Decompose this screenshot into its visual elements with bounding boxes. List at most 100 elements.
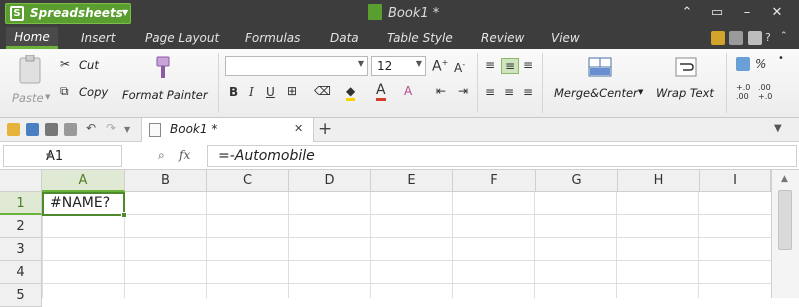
close-window-button[interactable]: ✕ bbox=[765, 3, 789, 23]
wrap-text-button[interactable]: Wrap Text bbox=[653, 55, 719, 111]
bold-icon[interactable]: B bbox=[229, 85, 238, 99]
formula-input[interactable]: =-Automobile bbox=[207, 145, 797, 167]
font-name-select[interactable]: ▼ bbox=[225, 56, 368, 76]
column-header[interactable]: G bbox=[536, 170, 618, 192]
zoom-search-icon[interactable]: ⌕ bbox=[158, 148, 165, 163]
increase-decimal-button[interactable]: +.0 .00 bbox=[736, 83, 756, 101]
skin-icon[interactable] bbox=[711, 31, 725, 45]
tab-view[interactable]: View bbox=[551, 27, 580, 49]
copy-label: Copy bbox=[79, 85, 109, 99]
paste-button[interactable]: Paste ▼ bbox=[8, 53, 50, 111]
align-left-icon[interactable]: ≡ bbox=[485, 85, 495, 99]
app-name: Spreadsheets bbox=[30, 6, 123, 20]
merge-cells-icon bbox=[588, 57, 612, 77]
tab-table-style[interactable]: Table Style bbox=[387, 27, 453, 49]
app-menu-button[interactable]: S Spreadsheets ▼ bbox=[5, 3, 131, 24]
collapse-ribbon-button[interactable]: ⌃ bbox=[675, 3, 699, 23]
chevron-down-icon: ▼ bbox=[638, 88, 644, 96]
tshirt-icon[interactable] bbox=[748, 31, 762, 45]
paintbrush-icon bbox=[156, 56, 170, 78]
fx-icon[interactable]: fx bbox=[179, 148, 190, 162]
grow-font-icon[interactable]: A+ bbox=[432, 58, 448, 75]
align-bottom-icon[interactable]: ≡ bbox=[523, 58, 533, 72]
merge-center-button[interactable]: Merge&Center ▼ bbox=[552, 55, 644, 111]
tab-data[interactable]: Data bbox=[330, 27, 359, 49]
column-header[interactable]: H bbox=[618, 170, 700, 192]
cell-area[interactable] bbox=[42, 192, 771, 298]
clear-format-icon[interactable]: ⌫ bbox=[314, 84, 331, 98]
font-size-select[interactable]: 12 ▼ bbox=[371, 56, 426, 76]
settings-icon[interactable] bbox=[729, 31, 743, 45]
row-header[interactable]: 5 bbox=[0, 284, 42, 307]
select-all-corner[interactable] bbox=[0, 170, 42, 192]
scissors-icon: ✂ bbox=[60, 57, 71, 71]
cut-button[interactable]: ✂ Cut bbox=[60, 57, 110, 75]
fill-color-icon[interactable]: ◆ bbox=[346, 84, 356, 101]
close-tab-icon[interactable]: ✕ bbox=[294, 122, 303, 135]
align-center-icon[interactable]: ≡ bbox=[504, 85, 514, 99]
fill-handle[interactable] bbox=[121, 212, 127, 218]
scroll-thumb[interactable] bbox=[778, 190, 792, 250]
wrap-text-label: Wrap Text bbox=[656, 86, 714, 100]
document-tab[interactable]: Book1 * ✕ bbox=[141, 118, 314, 142]
cell-a1[interactable]: #NAME? bbox=[42, 192, 127, 218]
print-icon[interactable] bbox=[45, 123, 58, 136]
column-header[interactable]: I bbox=[700, 170, 771, 192]
italic-icon[interactable]: I bbox=[249, 85, 254, 99]
ribbon: Paste ▼ ✂ Cut ⧉ Copy Format Painter ▼ 12… bbox=[0, 49, 799, 118]
row-header[interactable]: 4 bbox=[0, 261, 42, 284]
decrease-decimal-button[interactable]: .00 +.0 bbox=[758, 83, 778, 101]
tab-formulas[interactable]: Formulas bbox=[245, 27, 300, 49]
indent-decrease-icon[interactable]: ⇤ bbox=[436, 84, 446, 98]
percent-button[interactable]: % bbox=[755, 57, 766, 71]
tab-list-icon[interactable]: ▼ bbox=[774, 123, 782, 134]
undo-icon[interactable]: ↶ bbox=[86, 121, 99, 135]
tab-page-layout[interactable]: Page Layout bbox=[145, 27, 219, 49]
indent-increase-icon[interactable]: ⇥ bbox=[458, 84, 468, 98]
row-header[interactable]: 2 bbox=[0, 215, 42, 238]
redo-icon[interactable]: ↷ bbox=[106, 121, 119, 135]
currency-icon[interactable] bbox=[736, 57, 750, 71]
column-header[interactable]: D bbox=[289, 170, 371, 192]
borders-icon[interactable]: ⊞ bbox=[287, 84, 297, 98]
text-effect-icon[interactable]: A bbox=[404, 84, 412, 98]
tab-insert[interactable]: Insert bbox=[81, 27, 115, 49]
format-painter-button[interactable]: Format Painter bbox=[118, 53, 213, 111]
new-tab-icon[interactable]: + bbox=[318, 119, 332, 139]
help-icon[interactable]: ? bbox=[765, 31, 779, 45]
open-folder-icon[interactable] bbox=[7, 123, 20, 136]
ribbon-toggle-icon[interactable]: ⌃ bbox=[780, 31, 794, 45]
more-icon[interactable]: • bbox=[778, 53, 784, 64]
copy-icon: ⧉ bbox=[60, 84, 69, 98]
font-color-icon[interactable]: A bbox=[376, 82, 386, 101]
spreadsheet-file-icon bbox=[149, 123, 161, 137]
tab-review[interactable]: Review bbox=[481, 27, 524, 49]
formula-bar: A1 ▼ ⌕ fx =-Automobile bbox=[0, 142, 799, 170]
align-top-icon[interactable]: ≡ bbox=[485, 58, 495, 72]
row-header[interactable]: 3 bbox=[0, 238, 42, 261]
app-logo-icon: S bbox=[10, 6, 24, 21]
align-right-icon[interactable]: ≡ bbox=[523, 85, 533, 99]
chevron-down-icon: ▼ bbox=[46, 152, 52, 160]
print-preview-icon[interactable] bbox=[64, 123, 77, 136]
vertical-scrollbar[interactable]: ▲ bbox=[771, 170, 799, 298]
save-icon[interactable] bbox=[26, 123, 39, 136]
restore-icon[interactable]: ▭ bbox=[705, 3, 729, 23]
scroll-up-icon[interactable]: ▲ bbox=[781, 174, 788, 184]
shrink-font-icon[interactable]: A- bbox=[454, 60, 465, 75]
column-header[interactable]: B bbox=[125, 170, 207, 192]
tab-home[interactable]: Home bbox=[6, 27, 58, 49]
qa-dropdown-icon[interactable]: ▼ bbox=[124, 125, 137, 138]
column-header[interactable]: E bbox=[371, 170, 453, 192]
column-header[interactable]: A bbox=[42, 170, 125, 192]
copy-button[interactable]: ⧉ Copy bbox=[60, 84, 115, 102]
align-middle-icon[interactable]: ≡ bbox=[501, 58, 520, 74]
column-header[interactable]: C bbox=[207, 170, 289, 192]
minimize-button[interactable]: – bbox=[735, 3, 759, 23]
underline-icon[interactable]: U bbox=[266, 85, 275, 99]
clipboard-icon bbox=[19, 55, 41, 84]
menu-bar: Home Insert Page Layout Formulas Data Ta… bbox=[0, 27, 799, 49]
row-header[interactable]: 1 bbox=[0, 192, 42, 215]
name-box[interactable]: A1 ▼ bbox=[3, 145, 122, 167]
column-header[interactable]: F bbox=[453, 170, 536, 192]
